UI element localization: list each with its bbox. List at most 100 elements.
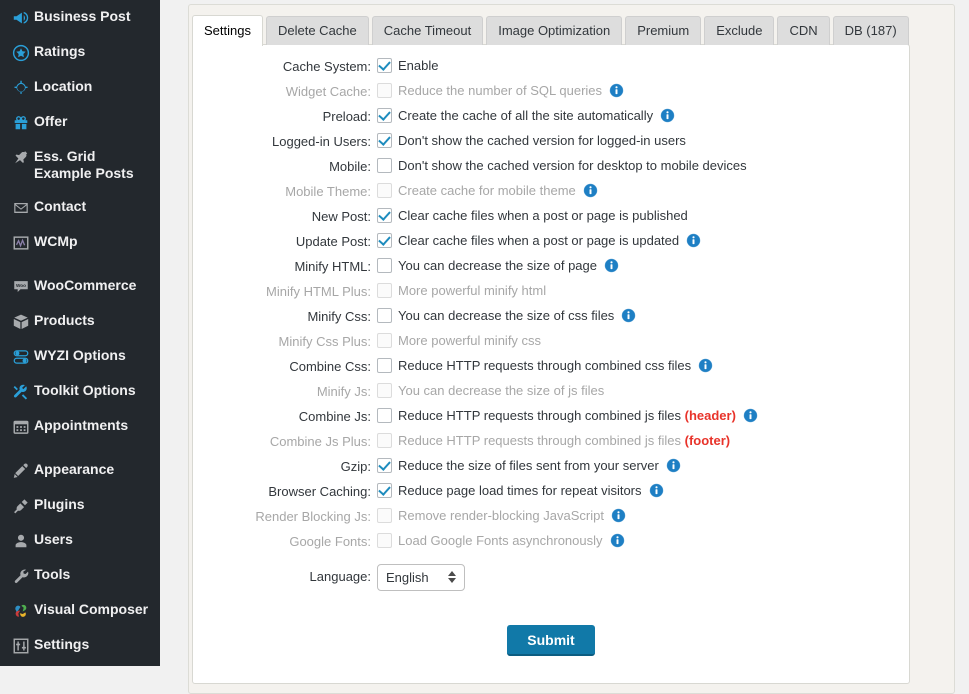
tab-image-optimization[interactable]: Image Optimization — [486, 16, 623, 45]
sidebar-item-woocommerce[interactable]: Woo WooCommerce — [0, 269, 160, 304]
row-browser-caching: Browser Caching: Reduce page load times f… — [193, 482, 909, 507]
setting-label: Minify HTML Plus: — [266, 284, 371, 299]
setting-description-text: More powerful minify html — [398, 283, 547, 298]
info-icon[interactable] — [666, 458, 681, 473]
sidebar-item-ratings[interactable]: Ratings — [0, 35, 160, 70]
tab-cdn[interactable]: CDN — [777, 16, 830, 45]
sidebar-item-settings[interactable]: Settings — [0, 628, 160, 663]
checkbox-combine-js-plus — [377, 433, 392, 448]
info-icon[interactable] — [611, 508, 626, 523]
tab-exclude[interactable]: Exclude — [704, 16, 775, 45]
row-minify-js: Minify Js: You can decrease the size of j… — [193, 382, 909, 407]
setting-description: More powerful minify css — [392, 332, 541, 349]
sidebar-item-offer[interactable]: Offer — [0, 105, 160, 140]
setting-control: Create cache for mobile theme — [377, 182, 598, 199]
setting-accent-text: (header) — [684, 408, 736, 423]
info-icon-svg — [686, 233, 701, 248]
setting-control: You can decrease the size of js files — [377, 382, 604, 399]
setting-description: Create cache for mobile theme — [392, 182, 576, 199]
setting-description-text: You can decrease the size of css files — [398, 308, 615, 323]
tab-db-187[interactable]: DB (187) — [832, 16, 909, 45]
sidebar-item-contact[interactable]: Contact — [0, 190, 160, 225]
wordpress-admin-screen: Business Post Ratings Location Offer Ess. Gr… — [0, 0, 969, 694]
setting-label: Minify Css: — [307, 309, 371, 324]
checkbox-minify-css-plus — [377, 333, 392, 348]
checkbox-mobile[interactable] — [377, 158, 392, 173]
checkbox-browser-caching[interactable] — [377, 483, 392, 498]
info-icon-svg — [621, 308, 636, 323]
sidebar-item-users[interactable]: Users — [0, 523, 160, 558]
sidebar-item-appointments[interactable]: Appointments — [0, 409, 160, 444]
setting-description: Reduce HTTP requests through combined js… — [392, 432, 730, 449]
stepper-arrows-icon — [448, 571, 456, 583]
tab-delete-cache[interactable]: Delete Cache — [265, 16, 369, 45]
setting-control: More powerful minify css — [377, 332, 541, 349]
info-icon[interactable] — [609, 83, 624, 98]
wrench-icon — [0, 566, 34, 585]
checkbox-cache-system[interactable] — [377, 58, 392, 73]
setting-control: Clear cache files when a post or page is… — [377, 207, 688, 224]
info-icon[interactable] — [609, 533, 625, 548]
info-icon[interactable] — [686, 233, 701, 248]
info-icon[interactable] — [648, 483, 664, 498]
sidebar-item-products[interactable]: Products — [0, 304, 160, 339]
checkbox-minify-css[interactable] — [377, 308, 392, 323]
setting-label: Mobile Theme: — [285, 184, 371, 199]
sidebar-item-label: WCMp — [34, 233, 78, 249]
sidebar-item-visual-composer[interactable]: Visual Composer — [0, 593, 160, 628]
submit-button[interactable]: Submit — [507, 625, 595, 656]
checkbox-logged-in-users[interactable] — [377, 133, 392, 148]
info-icon[interactable] — [604, 258, 619, 273]
info-icon[interactable] — [698, 358, 713, 373]
sidebar-item-label: Users — [34, 531, 73, 547]
settings-form: Cache System: Enable Widget Cache: Reduce t… — [193, 45, 909, 656]
setting-description-text: Remove render-blocking JavaScript — [398, 508, 604, 523]
pin-icon — [0, 148, 34, 167]
sidebar-item-label: Contact — [34, 198, 87, 214]
info-icon[interactable] — [660, 108, 675, 123]
setting-control: You can decrease the size of css files — [377, 307, 636, 324]
info-icon-svg — [611, 508, 626, 523]
row-mobile-theme: Mobile Theme: Create cache for mobile the… — [193, 182, 909, 207]
setting-label: Widget Cache: — [285, 84, 371, 99]
sidebar-item-wyzi-options[interactable]: WYZI Options — [0, 339, 160, 374]
paintbrush-icon — [0, 461, 34, 480]
tab-premium[interactable]: Premium — [625, 16, 702, 45]
row-minify-html: Minify HTML: You can decrease the size of… — [193, 257, 909, 282]
checkbox-minify-html[interactable] — [377, 258, 392, 273]
sidebar-item-plugins[interactable]: Plugins — [0, 488, 160, 523]
language-select[interactable]: English — [377, 563, 465, 591]
row-render-blocking-js: Render Blocking Js: Remove render-blockin… — [193, 507, 909, 532]
checkbox-update-post[interactable] — [377, 233, 392, 248]
checkbox-preload[interactable] — [377, 108, 392, 123]
tab-settings[interactable]: Settings — [192, 15, 263, 46]
setting-control: You can decrease the size of page — [377, 257, 619, 274]
setting-description-text: Load Google Fonts asynchronously — [398, 533, 603, 548]
checkbox-new-post[interactable] — [377, 208, 392, 223]
sidebar-item-toolkit-options[interactable]: Toolkit Options — [0, 374, 160, 409]
info-icon-svg — [743, 408, 758, 423]
sidebar-item-label: Visual Composer — [34, 601, 149, 617]
sidebar-item-tools[interactable]: Tools — [0, 558, 160, 593]
setting-control: Enable — [377, 57, 438, 74]
info-icon[interactable] — [743, 408, 758, 423]
checkbox-minify-html-plus — [377, 283, 392, 298]
row-combine-js-plus: Combine Js Plus: Reduce HTTP requests thr… — [193, 432, 909, 457]
info-icon[interactable] — [583, 183, 598, 198]
sidebar-item-ess-grid-example-posts[interactable]: Ess. Grid Example Posts — [0, 140, 160, 190]
info-icon-svg — [698, 358, 713, 373]
setting-description: Clear cache files when a post or page is… — [392, 232, 679, 249]
setting-control: Don't show the cached version for deskto… — [377, 157, 747, 174]
sidebar-item-business-post[interactable]: Business Post — [0, 0, 160, 35]
checkbox-gzip[interactable] — [377, 458, 392, 473]
info-icon[interactable] — [621, 308, 636, 323]
sidebar-item-location[interactable]: Location — [0, 70, 160, 105]
sidebar-item-appearance[interactable]: Appearance — [0, 453, 160, 488]
checkbox-combine-js[interactable] — [377, 408, 392, 423]
checkbox-combine-css[interactable] — [377, 358, 392, 373]
tab-cache-timeout[interactable]: Cache Timeout — [371, 16, 484, 45]
setting-label: Combine Js: — [298, 409, 371, 424]
sidebar-item-wcmp[interactable]: WCMp — [0, 225, 160, 260]
setting-control: Reduce HTTP requests through combined js… — [377, 407, 758, 424]
row-google-fonts: Google Fonts: Load Google Fonts asynchron… — [193, 532, 909, 557]
